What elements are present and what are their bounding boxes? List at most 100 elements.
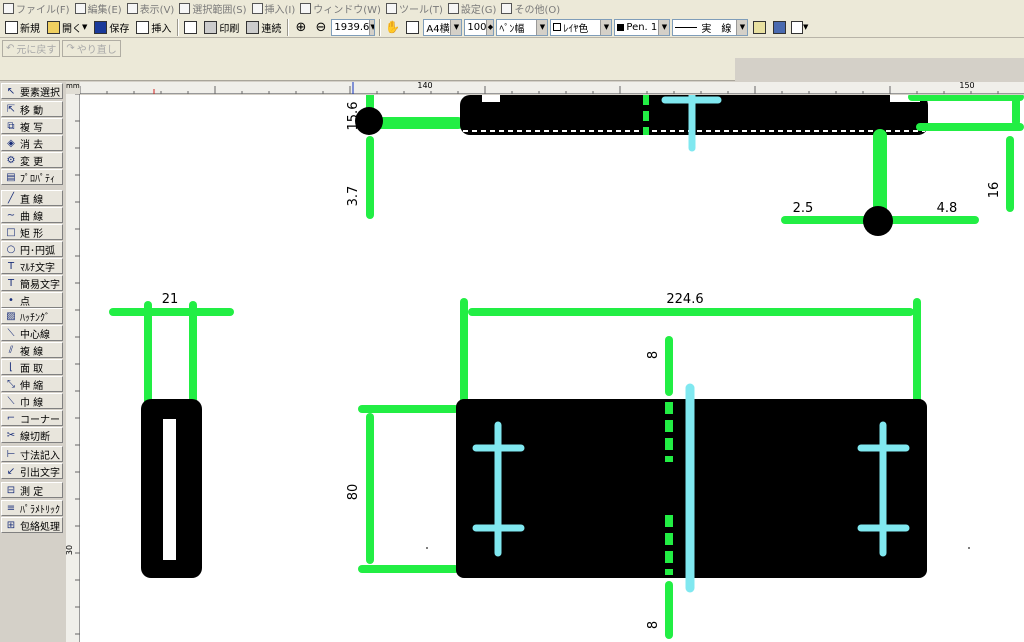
dimension-text-3-7: 3.7 bbox=[346, 186, 361, 207]
tool-button-eraser[interactable]: ◈ 消 去 bbox=[1, 135, 63, 151]
move-icon: ⇱ bbox=[6, 103, 16, 115]
tool-button-multi-text[interactable]: T ﾏﾙﾁ文字 bbox=[1, 258, 63, 274]
zoom-select[interactable]: 1939.6 ▼ bbox=[331, 18, 376, 36]
chevron-down-icon: ▼ bbox=[658, 19, 670, 35]
new-button[interactable]: 新規 bbox=[2, 18, 43, 37]
redo-icon: ↷ bbox=[66, 42, 75, 54]
tool-button-corner[interactable]: ⌐ コーナー bbox=[1, 410, 63, 426]
menu-edit[interactable]: 編集(E) bbox=[74, 1, 126, 16]
window-button[interactable] bbox=[770, 18, 789, 37]
dimension-text-21: 21 bbox=[162, 292, 179, 307]
tool-button-double-line[interactable]: ⫽ 複 線 bbox=[1, 342, 63, 358]
tool-button-curve[interactable]: ∼ 曲 線 bbox=[1, 207, 63, 223]
new-file-icon bbox=[5, 20, 18, 34]
menu-insert[interactable]: 挿入(I) bbox=[251, 1, 300, 16]
notch-shape bbox=[482, 95, 500, 102]
spinner-icon: ◆ bbox=[486, 19, 494, 35]
tool-label: 巾 線 bbox=[20, 397, 44, 409]
tool-button-rectangle[interactable]: □ 矩 形 bbox=[1, 224, 63, 240]
chevron-down-icon: ▼ bbox=[369, 19, 375, 35]
tool-label: 複 線 bbox=[20, 346, 44, 358]
chevron-down-icon: ▼ bbox=[450, 19, 462, 35]
print-button[interactable]: 印刷 bbox=[201, 18, 242, 37]
ruler-left-ticks: 30 bbox=[65, 93, 80, 635]
tool-label: 引出文字 bbox=[20, 467, 60, 479]
menu-other[interactable]: その他(O) bbox=[500, 1, 564, 16]
curve-icon: ∼ bbox=[6, 209, 16, 221]
tool-button-chamfer[interactable]: ⌊ 面 取 bbox=[1, 359, 63, 375]
selection-icon bbox=[179, 3, 191, 14]
tool-button-property[interactable]: ▤ ﾌﾟﾛﾊﾟﾃｨ bbox=[1, 169, 63, 185]
grid-button[interactable] bbox=[403, 18, 422, 37]
tool-label: ﾊﾟﾗﾒﾄﾘｯｸ bbox=[20, 504, 60, 516]
layout-button[interactable]: ▼ bbox=[790, 18, 809, 37]
tool-button-dimension[interactable]: ⊢ 寸法記入 bbox=[1, 446, 63, 462]
tool-button-line-cut[interactable]: ✂ 線切断 bbox=[1, 427, 63, 443]
insert-button[interactable]: 挿入 bbox=[133, 18, 174, 37]
dimension-text-15-6: 15.6 bbox=[346, 102, 361, 131]
tool-button-circle[interactable]: ○ 円･円弧 bbox=[1, 241, 63, 257]
tool-button-width-line[interactable]: ⟍ 巾 線 bbox=[1, 393, 63, 409]
cad-drawing: 15.6 3.7 2.5 4.8 16 21 224.6 8 8 80 bbox=[109, 95, 1024, 639]
pen-select[interactable]: Pen. 1 ▼ bbox=[614, 18, 671, 36]
printer-icon bbox=[246, 20, 260, 34]
line-cut-icon: ✂ bbox=[6, 429, 16, 441]
edit-toolbar: ↶ 元に戻す ↷ やり直し bbox=[0, 38, 1024, 58]
dimension-text-4-8: 4.8 bbox=[937, 201, 958, 216]
toolbar-separator bbox=[379, 18, 382, 36]
tool-button-simple-text[interactable]: T 簡易文字 bbox=[1, 275, 63, 291]
ruler-left: 30 bbox=[65, 93, 80, 642]
tool-button-move[interactable]: ⇱ 移 動 bbox=[1, 101, 63, 117]
simple-text-icon: T bbox=[7, 277, 15, 289]
tool-button-line[interactable]: ╱ 直 線 bbox=[1, 190, 63, 206]
menu-window[interactable]: ウィンドウ(W) bbox=[299, 1, 385, 16]
tool-button-center-line[interactable]: ⟍ 中心線 bbox=[1, 325, 63, 341]
tool-button-copy[interactable]: ⧉ 複 写 bbox=[1, 118, 63, 134]
tool-button-envelope[interactable]: ⊞ 包絡処理 bbox=[1, 517, 63, 533]
tool-button-stretch[interactable]: ⤡ 伸 縮 bbox=[1, 376, 63, 392]
pen-width-select[interactable]: ﾍﾟﾝ幅 ▼ bbox=[496, 18, 549, 36]
undo-button[interactable]: ↶ 元に戻す bbox=[2, 39, 61, 57]
tool-label: 円･円弧 bbox=[20, 245, 55, 257]
point-shape bbox=[426, 547, 428, 549]
tool-button-hatching[interactable]: ▨ ﾊｯﾁﾝｸﾞ bbox=[1, 308, 63, 324]
print-preview-button[interactable] bbox=[181, 18, 200, 37]
view-icon bbox=[126, 3, 138, 14]
width-line-icon: ⟍ bbox=[7, 395, 15, 407]
scale-spinner[interactable]: 100 ◆ bbox=[464, 18, 495, 36]
drawing-canvas[interactable]: 15.6 3.7 2.5 4.8 16 21 224.6 8 8 80 bbox=[80, 95, 1024, 642]
menu-file[interactable]: ファイル(F) bbox=[2, 1, 74, 16]
line-type-select[interactable]: 実 線 ▼ bbox=[672, 18, 749, 36]
envelope-icon: ⊞ bbox=[6, 519, 16, 531]
menu-tools[interactable]: ツール(T) bbox=[385, 1, 447, 16]
zoom-in-button[interactable]: ⊕ bbox=[291, 18, 310, 37]
tool-button-measure[interactable]: ⊟ 測 定 bbox=[1, 482, 63, 498]
point-shape bbox=[968, 547, 970, 549]
zoom-out-button[interactable]: ⊖ bbox=[311, 18, 330, 37]
save-button[interactable]: 保存 bbox=[91, 18, 132, 37]
tool-button-parametric[interactable]: ≡ ﾊﾟﾗﾒﾄﾘｯｸ bbox=[1, 500, 63, 516]
tool-button-point[interactable]: • 点 bbox=[1, 292, 63, 308]
menu-selection[interactable]: 選択範囲(S) bbox=[178, 1, 250, 16]
tool-label: 伸 縮 bbox=[20, 380, 44, 392]
chevron-down-icon: ▼ bbox=[536, 19, 548, 35]
menu-settings[interactable]: 設定(G) bbox=[447, 1, 501, 16]
chevron-down-icon: ▼ bbox=[600, 19, 612, 35]
tool-label: コーナー bbox=[20, 414, 60, 426]
circle-icon: ○ bbox=[6, 243, 16, 255]
tool-button-leader-text[interactable]: ↙ 引出文字 bbox=[1, 463, 63, 479]
continuous-print-button[interactable]: 連続 bbox=[243, 18, 284, 37]
tool-label: 直 線 bbox=[20, 194, 44, 206]
tool-button-change[interactable]: ⚙ 変 更 bbox=[1, 152, 63, 168]
calculator-button[interactable] bbox=[750, 18, 769, 37]
menu-view[interactable]: 表示(V) bbox=[126, 1, 179, 16]
tool-button-arrow[interactable]: ↖ 要素選択 bbox=[1, 83, 63, 99]
open-button[interactable]: 開く ▼ bbox=[44, 18, 90, 37]
tool-label: 矩 形 bbox=[20, 228, 44, 240]
redo-button[interactable]: ↷ やり直し bbox=[62, 39, 121, 57]
layer-color-select[interactable]: ﾚｲﾔ色 ▼ bbox=[550, 18, 613, 36]
pan-button[interactable]: ✋ bbox=[383, 18, 402, 37]
paper-size-select[interactable]: A4横 ▼ bbox=[423, 18, 463, 36]
copy-icon: ⧉ bbox=[7, 120, 15, 132]
print-preview-icon bbox=[184, 20, 198, 34]
